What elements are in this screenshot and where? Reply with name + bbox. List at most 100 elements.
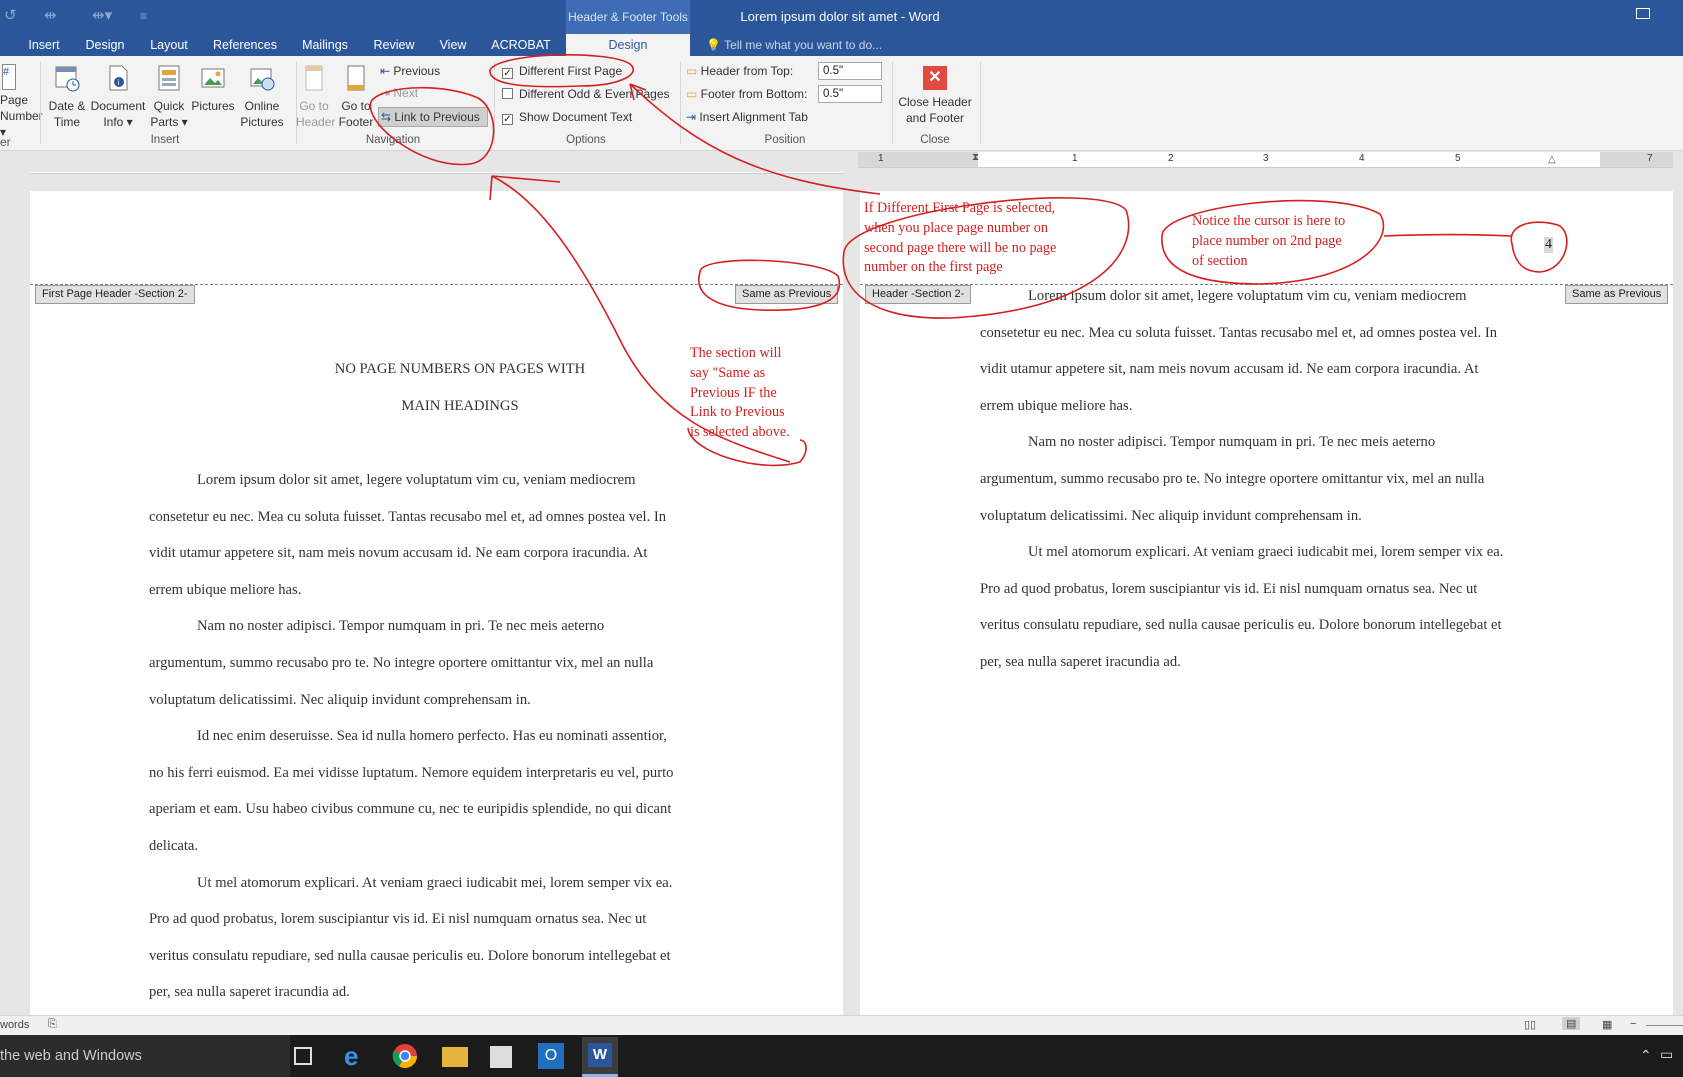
status-bar: words ⎘ ▯▯ ▤ ▦ −	[0, 1015, 1683, 1035]
footer-from-bottom-label: ▭ Footer from Bottom:	[686, 86, 807, 102]
date-time-button[interactable]: Date & Time	[46, 64, 88, 130]
page-heading: NO PAGE NUMBERS ON PAGES WITH MAIN HEADI…	[149, 351, 771, 424]
page-number-field[interactable]: 4	[1544, 237, 1553, 253]
body-line: vidit utamur appetere sit, nam meis novu…	[980, 361, 1479, 378]
outlook-icon[interactable]: O	[538, 1043, 564, 1069]
same-as-previous-annotation: The section will say "Same as Previous I…	[690, 344, 790, 443]
annotation-line: second page there will be no page	[864, 239, 1057, 256]
print-layout-icon[interactable]: ▤	[1562, 1017, 1581, 1030]
body-line: veritus consulatu repudiare, sed nulla c…	[980, 617, 1502, 634]
body-line: no his ferri euismod. Ea mei vidisse lup…	[149, 764, 674, 781]
ruler-number: 3	[1263, 153, 1269, 164]
link-to-previous-label: Link to Previous	[394, 110, 480, 124]
tab-review[interactable]: Review	[368, 34, 420, 56]
file-explorer-icon[interactable]	[442, 1047, 468, 1067]
quick-parts-button[interactable]: Quick Parts ▾	[148, 64, 190, 130]
tab-layout[interactable]: Layout	[146, 34, 192, 56]
footer-position-icon: ▭	[686, 87, 701, 101]
body-line: vidit utamur appetere sit, nam meis novu…	[149, 545, 648, 562]
footer-from-bottom-value: 0.5"	[823, 88, 844, 100]
show-hidden-icons-icon[interactable]: ⌃	[1640, 1047, 1652, 1064]
tab-mailings[interactable]: Mailings	[296, 34, 354, 56]
taskbar-search-box[interactable]: the web and Windows	[0, 1035, 290, 1077]
horizontal-ruler[interactable]: 1 1 2 3 4 5 7 ⧗ △	[858, 152, 1673, 168]
tab-view[interactable]: View	[434, 34, 472, 56]
customize-toolbar-icon[interactable]: ≡	[140, 9, 147, 23]
header-from-top-label: ▭ Header from Top:	[686, 63, 793, 79]
tab-acrobat[interactable]: ACROBAT	[488, 34, 554, 56]
footer-from-bottom-spinner[interactable]: 0.5"	[818, 85, 882, 103]
online-pictures-button[interactable]: Online Pictures	[238, 64, 286, 130]
ruler-number: 1	[1072, 153, 1078, 164]
annotation-line: Notice the cursor is here to	[1192, 213, 1346, 229]
indent-marker-icon[interactable]: ⧗	[972, 152, 979, 163]
different-first-page-checkbox[interactable]: ✓ Different First Page	[502, 63, 622, 79]
undo-icon[interactable]: ↺	[4, 6, 17, 24]
body-line: errem ubique meliore has.	[980, 397, 1133, 414]
body-line: errem ubique meliore has.	[149, 581, 302, 598]
annotation-line: place number on 2nd page	[1192, 232, 1342, 249]
annotation-line: say "Same as	[690, 364, 766, 381]
quick-access-dropdown-icon[interactable]: ⇹▾	[92, 6, 112, 24]
ribbon-display-options-icon[interactable]	[1636, 8, 1650, 19]
go-to-header-label-2: Header	[296, 115, 336, 129]
header-layout-icon[interactable]: ⇹	[44, 6, 57, 24]
edge-browser-icon[interactable]: e	[344, 1043, 370, 1069]
task-view-icon[interactable]	[294, 1047, 312, 1065]
close-header-footer-label-1: Close Header	[898, 95, 972, 109]
previous-label: Previous	[393, 64, 441, 78]
header-from-top-spinner[interactable]: 0.5"	[818, 62, 882, 80]
body-line: consetetur eu nec. Mea cu soluta fuisset…	[149, 508, 667, 525]
next-label: Next	[393, 86, 419, 100]
next-button[interactable]: ⇥ Next	[380, 85, 418, 101]
right-indent-marker-icon[interactable]: △	[1548, 154, 1556, 165]
store-icon[interactable]	[490, 1046, 512, 1068]
close-header-footer-button[interactable]: ✕ Close Header and Footer	[896, 66, 974, 126]
left-page-body: Lorem ipsum dolor sit amet, legere volup…	[149, 462, 789, 1011]
tab-header-footer-design[interactable]: Design	[566, 34, 690, 57]
chrome-icon[interactable]	[392, 1043, 418, 1069]
go-to-header-button[interactable]: Go to Header	[296, 64, 336, 130]
different-odd-even-checkbox[interactable]: Different Odd & Even Pages	[502, 86, 670, 102]
tab-insert[interactable]: Insert	[22, 34, 66, 56]
different-first-page-annotation: If Different First Page is selected, whe…	[864, 199, 1057, 279]
previous-button[interactable]: ⇤ Previous	[380, 63, 440, 79]
zoom-slider[interactable]	[1646, 1025, 1683, 1026]
alignment-tab-icon: ⇥	[686, 110, 700, 124]
insert-alignment-tab-button[interactable]: ⇥ Insert Alignment Tab	[686, 109, 808, 125]
header-from-top-value: 0.5"	[823, 65, 844, 77]
heading-line: NO PAGE NUMBERS ON PAGES WITH	[334, 361, 586, 377]
ruler-number: 2	[1168, 153, 1174, 164]
word-count[interactable]: words	[0, 1019, 29, 1031]
word-taskbar-button[interactable]: W	[582, 1037, 618, 1077]
go-to-footer-button[interactable]: Go to Footer	[338, 64, 374, 130]
body-line: argumentum, summo recusabo pro te. No in…	[980, 470, 1485, 487]
tab-references[interactable]: References	[208, 34, 282, 56]
show-document-text-label: Show Document Text	[519, 110, 633, 124]
header-footer-group-label-fragment: er	[0, 135, 11, 149]
tell-me-box[interactable]: 💡 Tell me what you want to do...	[706, 34, 882, 56]
annotation-line: Link to Previous	[690, 404, 785, 421]
document-info-icon: i	[109, 65, 128, 91]
unchecked-icon	[502, 88, 513, 99]
page-number-button[interactable]: # Page Number ▾	[0, 64, 43, 140]
online-pictures-label-1: Online	[244, 99, 280, 113]
notification-icon[interactable]: ▭	[1660, 1046, 1673, 1063]
quick-parts-label-2: Parts	[150, 115, 179, 129]
pictures-button[interactable]: Pictures	[190, 64, 236, 114]
proofing-icon[interactable]: ⎘	[48, 1018, 57, 1031]
same-as-previous-tag: Same as Previous	[735, 285, 839, 304]
online-pictures-label-2: Pictures	[240, 115, 284, 129]
web-layout-icon[interactable]: ▦	[1602, 1018, 1612, 1031]
document-info-button[interactable]: i Document Info ▾	[88, 64, 148, 130]
link-to-previous-button[interactable]: ⇆ Link to Previous	[378, 107, 488, 127]
go-to-footer-icon	[347, 65, 365, 91]
zoom-out-icon[interactable]: −	[1630, 1018, 1636, 1030]
body-line: veritus consulatu repudiare, sed nulla c…	[149, 947, 671, 964]
show-document-text-checkbox[interactable]: ✓ Show Document Text	[502, 109, 632, 125]
read-mode-icon[interactable]: ▯▯	[1524, 1018, 1536, 1031]
header-position-icon: ▭	[686, 64, 701, 78]
annotation-line: is selected above.	[690, 424, 790, 441]
go-to-header-label-1: Go to	[299, 99, 329, 113]
tab-design[interactable]: Design	[80, 34, 130, 56]
